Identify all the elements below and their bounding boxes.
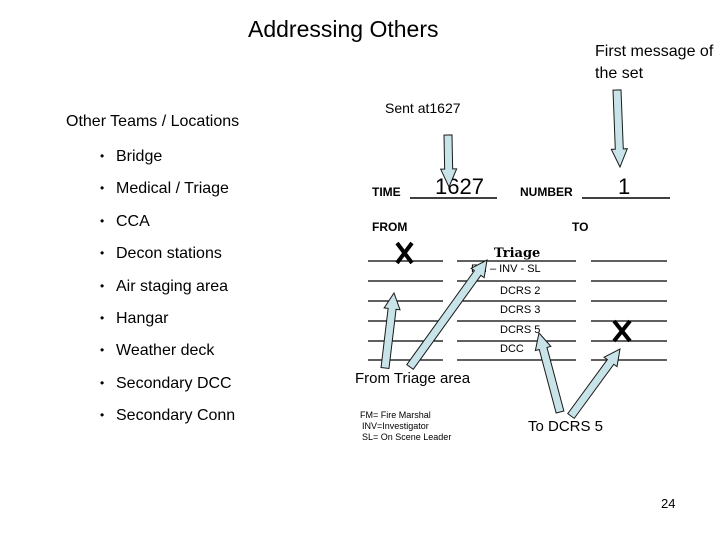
form-lines bbox=[368, 260, 667, 361]
x-mark-icon bbox=[612, 319, 632, 343]
arrow-down-icon bbox=[439, 134, 458, 189]
arrows bbox=[380, 89, 629, 420]
arrow-up-icon bbox=[534, 331, 565, 414]
arrow-up-icon bbox=[380, 291, 401, 370]
arrow-up-icon bbox=[406, 259, 488, 371]
x-mark-icon bbox=[395, 241, 414, 265]
form-graphics bbox=[368, 89, 670, 420]
arrow-down-icon bbox=[610, 89, 629, 169]
